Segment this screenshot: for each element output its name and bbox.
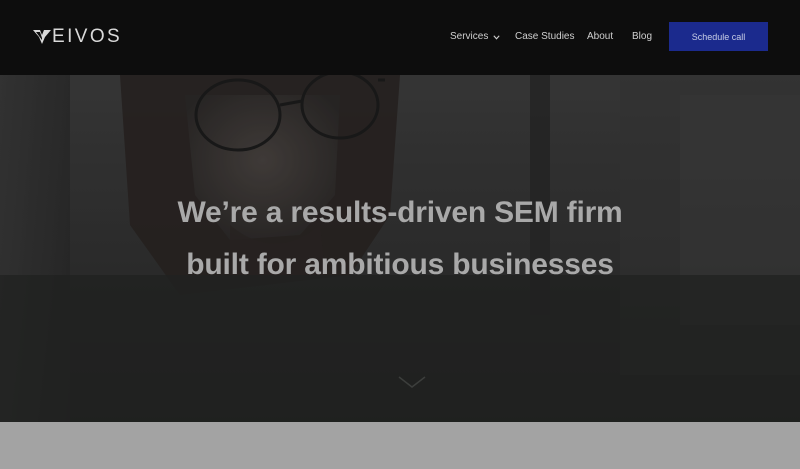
- scroll-down-chevron-icon[interactable]: [397, 375, 427, 389]
- hero-section: We’re a results-driven SEM firm built fo…: [0, 75, 800, 422]
- brand-name: EIVOS: [52, 26, 123, 47]
- nav-item-case-studies[interactable]: Case Studies: [515, 30, 574, 44]
- top-navigation: EIVOS Services Case Studies About Blog S…: [0, 0, 800, 75]
- nav-item-blog[interactable]: Blog: [632, 30, 652, 44]
- hero-headline-line-1: We’re a results-driven SEM firm: [177, 196, 623, 229]
- chevron-down-icon: [493, 34, 500, 40]
- hero-headline: We’re a results-driven SEM firm built fo…: [0, 187, 800, 291]
- brand-logo[interactable]: EIVOS: [33, 26, 122, 48]
- nav-item-services[interactable]: Services: [450, 30, 500, 44]
- hero-headline-line-2: built for ambitious businesses: [186, 248, 614, 281]
- nav-item-services-label: Services: [450, 31, 489, 42]
- schedule-call-button[interactable]: Schedule call: [669, 22, 768, 51]
- below-fold-section: [0, 422, 800, 469]
- logo-mark-icon: [33, 30, 51, 44]
- nav-item-about[interactable]: About: [587, 30, 613, 44]
